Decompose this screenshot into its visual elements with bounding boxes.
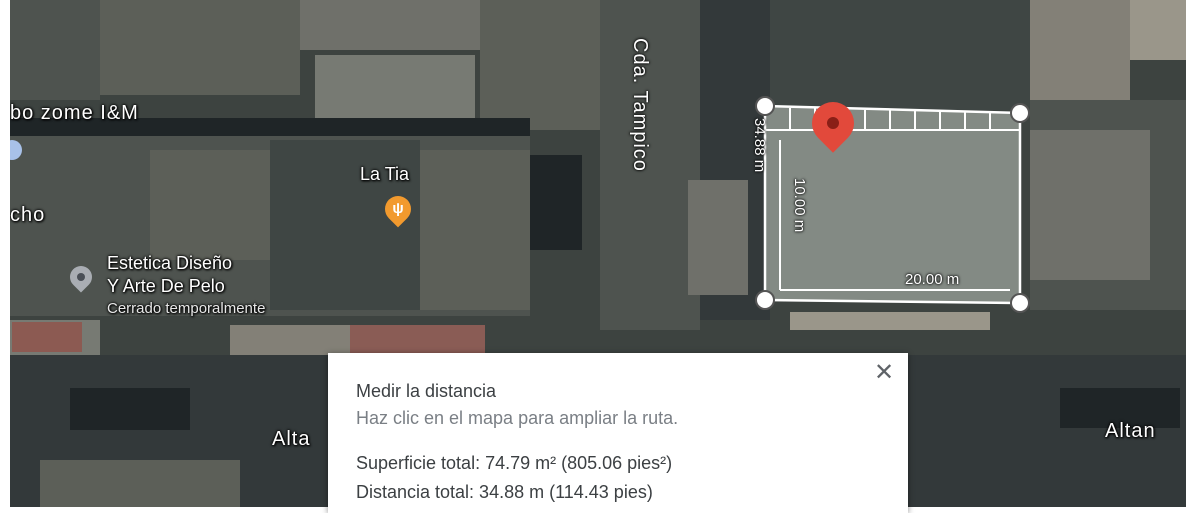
side-length-bottom: 20.00 m xyxy=(905,271,960,288)
road-label: Alta xyxy=(272,428,311,450)
place-label[interactable]: La Tia xyxy=(360,164,409,185)
total-distance: Distancia total: 34.88 m (114.43 pies) xyxy=(356,482,653,502)
place-label[interactable]: Estetica Diseño xyxy=(107,253,232,274)
vertex-handle[interactable] xyxy=(755,290,775,310)
image-border xyxy=(1186,0,1200,507)
road-label: Altan xyxy=(1105,420,1156,442)
street-label: Cda. Tampico xyxy=(629,38,651,172)
fork-knife-icon[interactable]: ψ xyxy=(379,190,417,228)
side-length-left: 10.00 m xyxy=(791,178,808,233)
vertex-handle[interactable] xyxy=(1010,103,1030,123)
close-icon[interactable]: ✕ xyxy=(870,359,898,387)
panel-title: Medir la distancia xyxy=(356,381,497,401)
vertex-handle[interactable] xyxy=(755,96,775,116)
panel-hint: Haz clic en el mapa para ampliar la ruta… xyxy=(356,408,679,428)
image-border xyxy=(0,0,10,507)
place-status: Cerrado temporalmente xyxy=(107,300,266,317)
total-area: Superficie total: 74.79 m² (805.06 pies²… xyxy=(356,453,673,473)
side-length-top: 34.88 m xyxy=(751,118,768,173)
vertex-handle[interactable] xyxy=(1010,293,1030,313)
measure-distance-panel: Medir la distancia Haz clic en el mapa p… xyxy=(328,353,908,513)
place-label[interactable]: bo zome I&M xyxy=(10,102,139,125)
place-label-line2[interactable]: Y Arte De Pelo xyxy=(107,276,225,297)
place-label[interactable]: cho xyxy=(10,204,45,227)
